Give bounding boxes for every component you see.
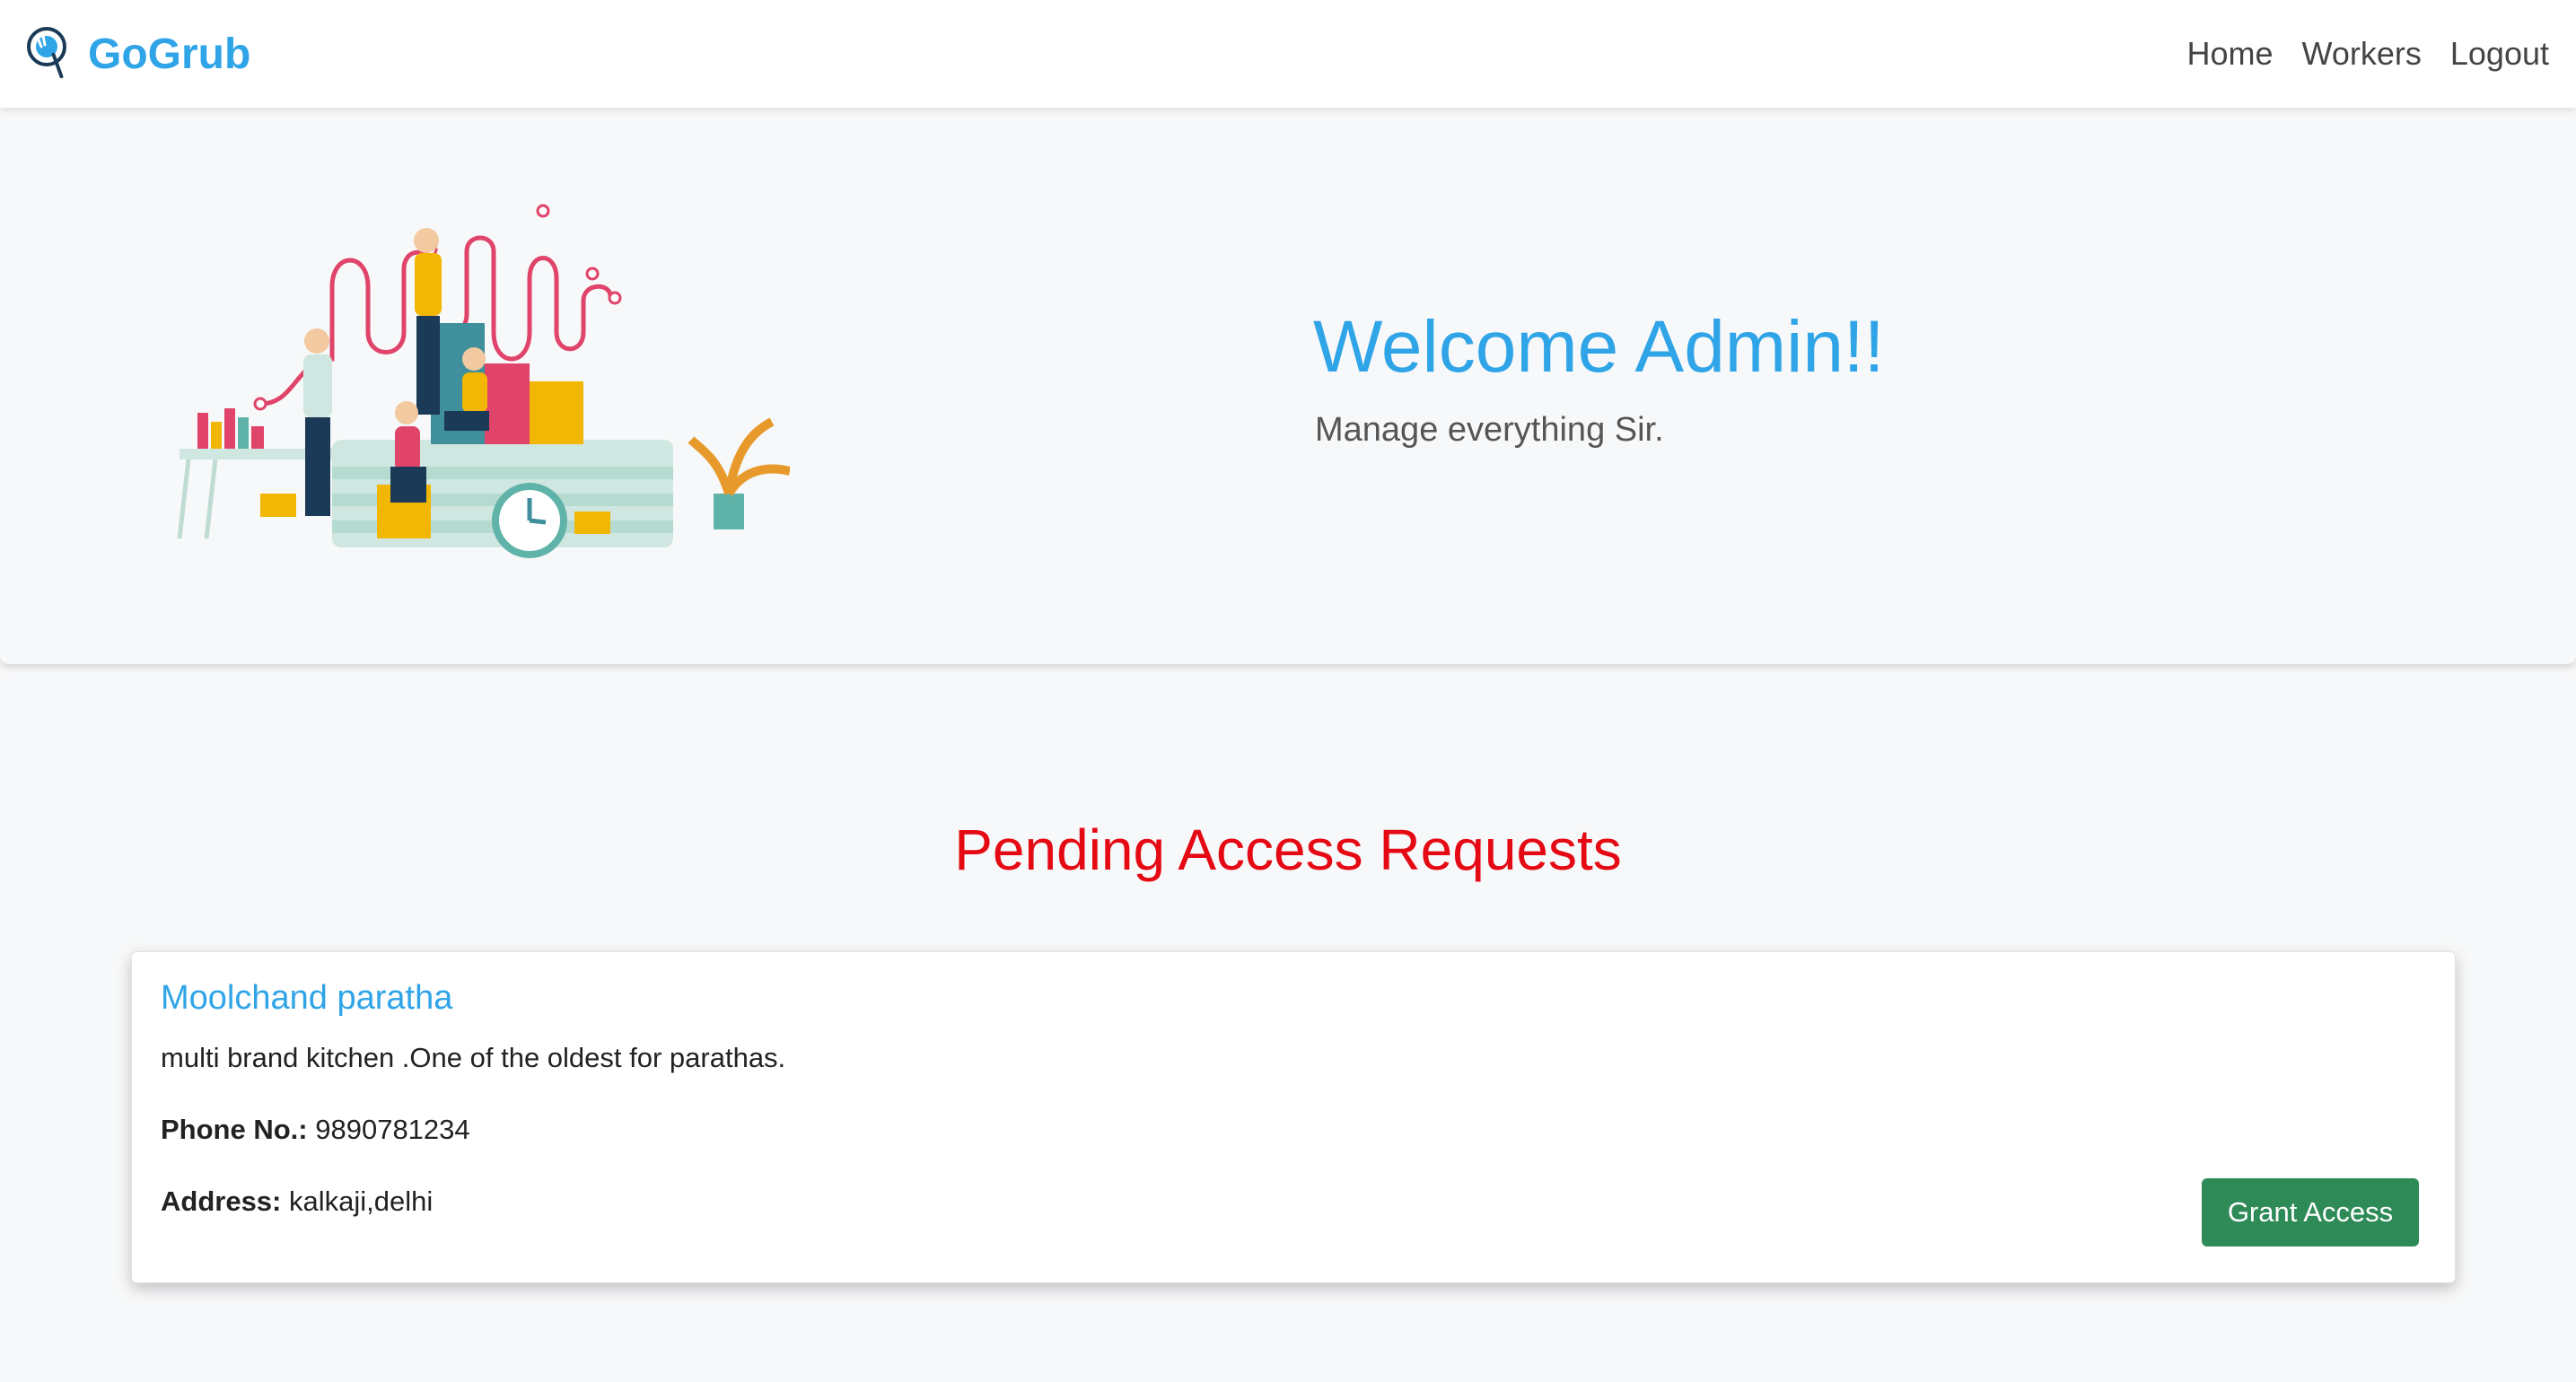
welcome-title: Welcome Admin!! <box>1313 306 1885 388</box>
brand-name: GoGrub <box>88 30 251 78</box>
team-work-illustration <box>177 204 790 558</box>
request-description: multi brand kitchen .One of the oldest f… <box>161 1042 786 1073</box>
address-value: kalkaji,delhi <box>289 1185 434 1217</box>
grant-access-button[interactable]: Grant Access <box>2202 1178 2419 1246</box>
request-card: Moolchand paratha multi brand kitchen .O… <box>131 951 2456 1283</box>
nav-logout-link[interactable]: Logout <box>2450 35 2549 73</box>
nav-home-link[interactable]: Home <box>2187 35 2274 73</box>
brand-link[interactable]: GoGrub <box>25 18 250 90</box>
top-navbar: GoGrub Home Workers Logout <box>0 0 2576 108</box>
gogrub-logo-icon <box>27 27 66 79</box>
phone-value: 9890781234 <box>315 1114 470 1145</box>
pending-requests-title: Pending Access Requests <box>954 818 1622 882</box>
address-label: Address: <box>161 1185 282 1217</box>
request-phone-row: Phone No.: 9890781234 <box>161 1114 470 1146</box>
nav-workers-link[interactable]: Workers <box>2302 35 2422 73</box>
nav-links: Home Workers Logout <box>2159 0 2550 108</box>
request-address-row: Address: kalkaji,delhi <box>161 1185 433 1218</box>
request-name: Moolchand paratha <box>161 979 453 1017</box>
phone-label: Phone No.: <box>161 1114 308 1145</box>
hero-section: Welcome Admin!! Manage everything Sir. <box>0 108 2576 664</box>
welcome-subtitle: Manage everything Sir. <box>1315 411 1664 449</box>
